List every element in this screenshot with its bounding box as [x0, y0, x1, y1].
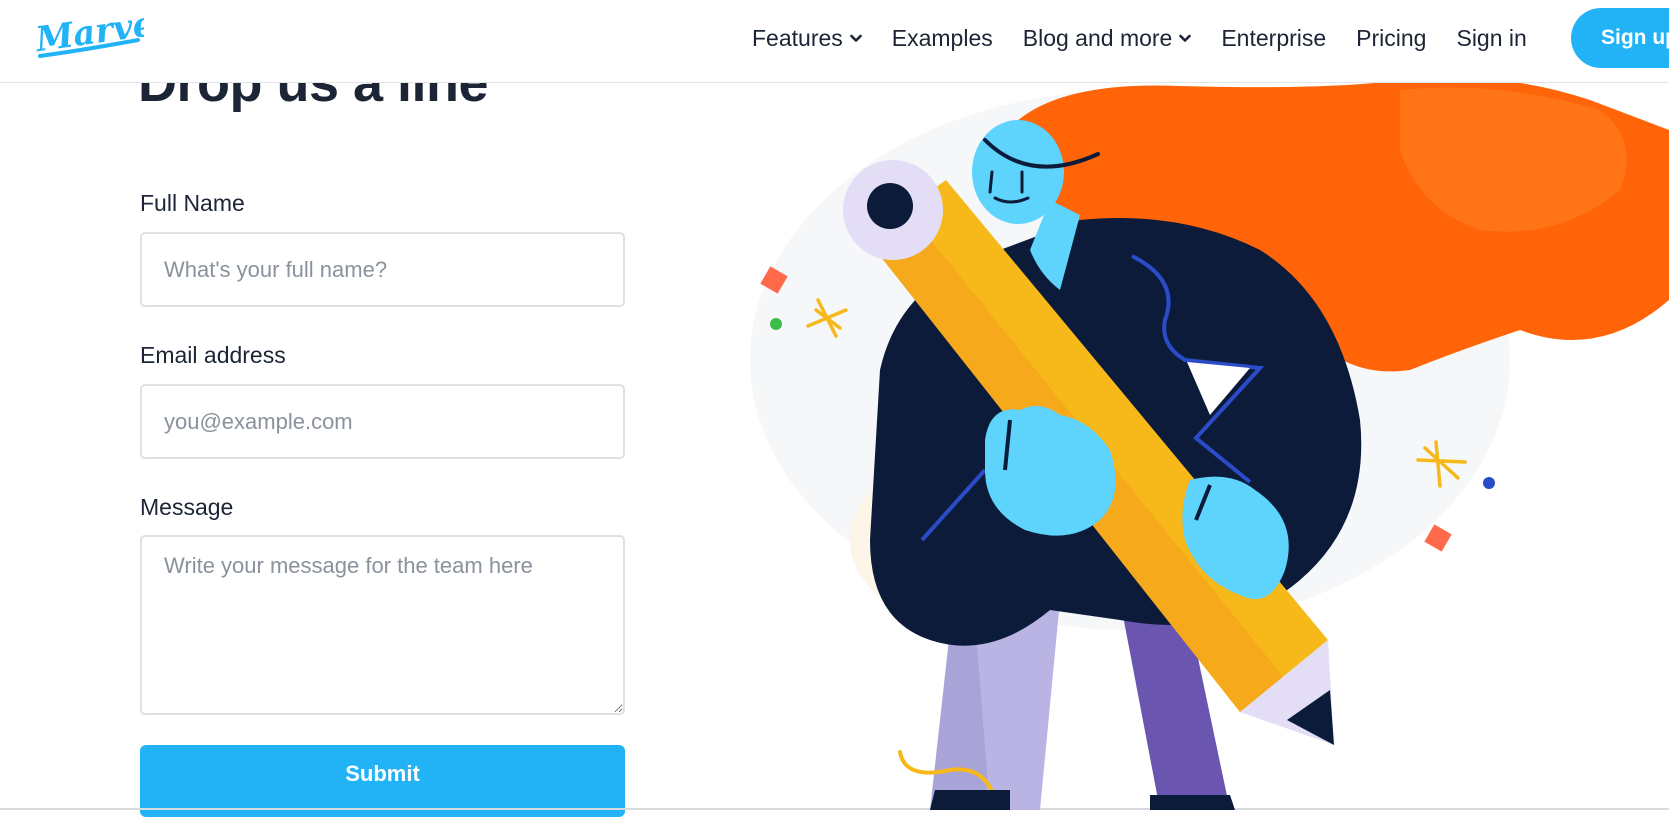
nav-item-features[interactable]: Features — [752, 25, 862, 52]
nav-label: Examples — [891, 24, 993, 51]
nav-label: Pricing — [1356, 24, 1427, 51]
head-shape — [972, 120, 1064, 224]
hero-illustration — [750, 82, 1669, 810]
marvel-logo[interactable]: Marvel — [34, 10, 144, 62]
top-navigation: Marvel Features Examples Blog and more E… — [0, 0, 1669, 83]
sign-up-button[interactable]: Sign up — [1571, 8, 1669, 68]
full-name-input[interactable] — [140, 232, 625, 307]
nav-label: Enterprise — [1221, 24, 1327, 51]
nav-item-sign-in[interactable]: Sign in — [1456, 25, 1526, 52]
nav-item-blog-and-more[interactable]: Blog and more — [1023, 25, 1192, 52]
email-input[interactable] — [140, 384, 625, 459]
nav-item-pricing[interactable]: Pricing — [1356, 25, 1426, 52]
nav-label: Sign in — [1456, 24, 1527, 51]
submit-button[interactable]: Submit — [140, 745, 625, 817]
nav-label: Features — [752, 24, 843, 51]
nav-item-enterprise[interactable]: Enterprise — [1221, 25, 1326, 52]
nav-item-examples[interactable]: Examples — [892, 25, 993, 52]
nav-menu: Features Examples Blog and more Enterpri… — [752, 0, 1557, 76]
nav-label: Blog and more — [1022, 24, 1173, 51]
full-name-label: Full Name — [140, 190, 245, 216]
message-textarea[interactable] — [140, 535, 625, 715]
chevron-down-icon — [1179, 34, 1192, 42]
email-label: Email address — [140, 342, 286, 368]
message-label: Message — [140, 494, 234, 520]
confetti-dot — [770, 318, 782, 330]
chevron-down-icon — [849, 34, 862, 42]
confetti-dot — [1483, 477, 1495, 489]
confetti-square — [1424, 524, 1452, 552]
